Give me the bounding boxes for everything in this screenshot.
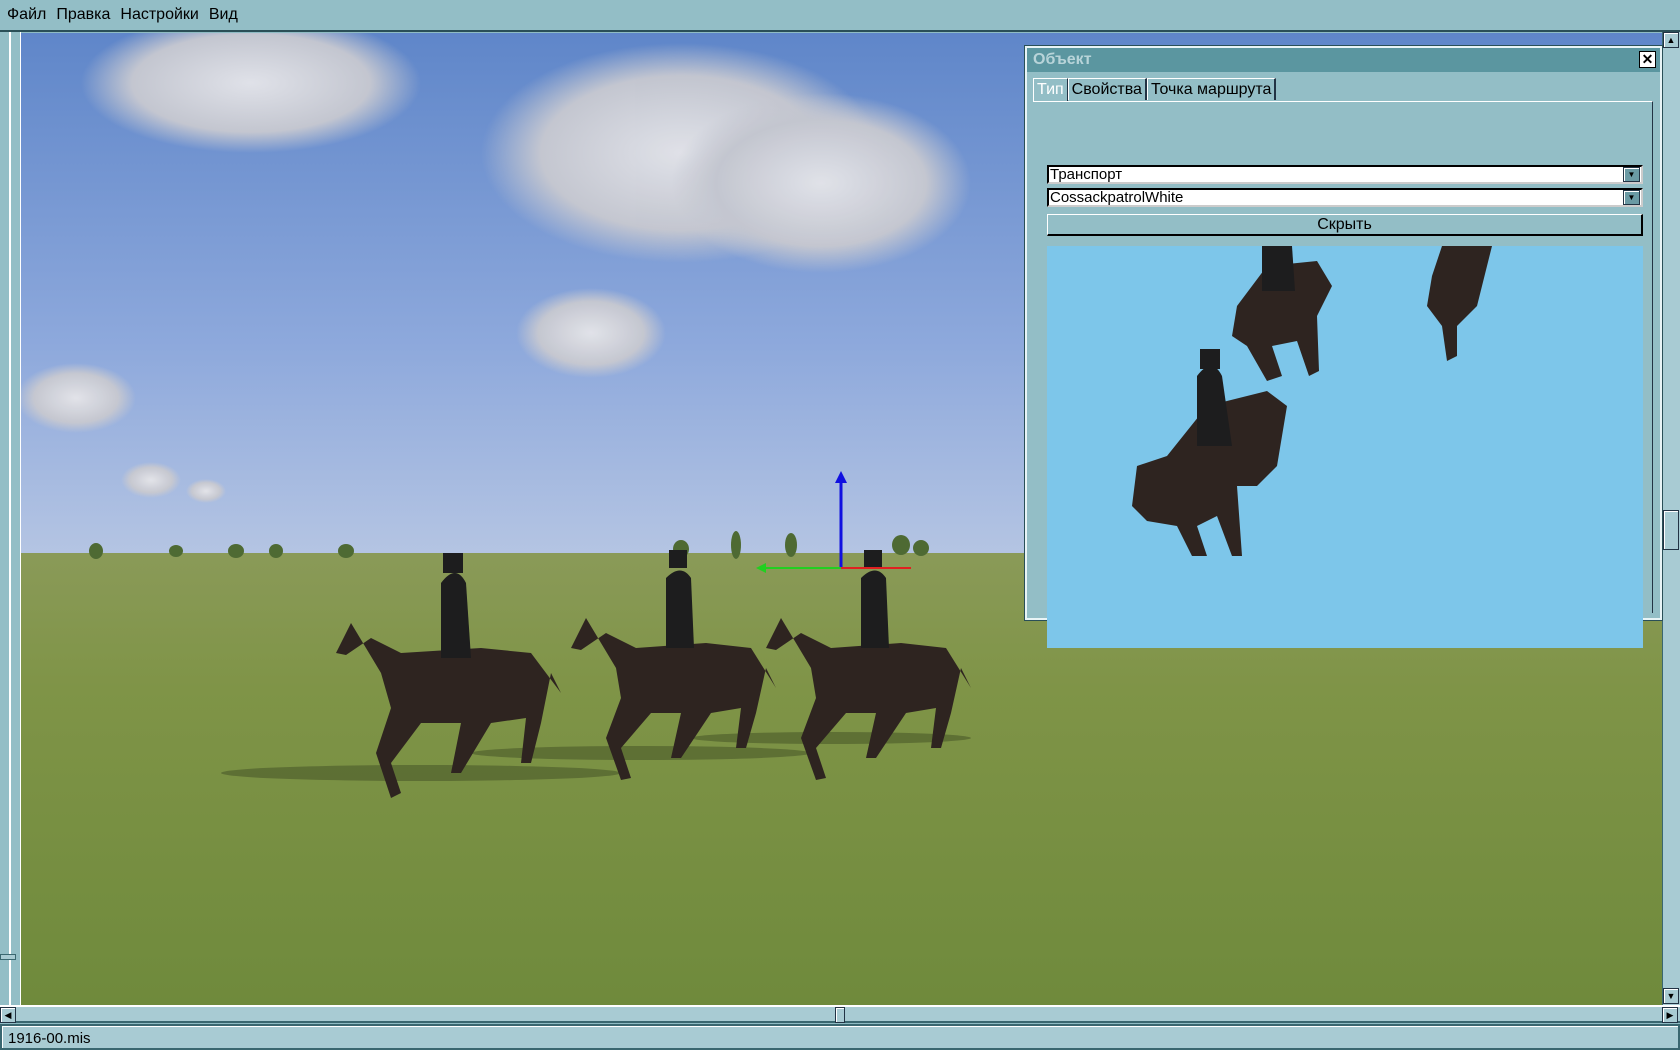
preview-model xyxy=(1132,246,1492,556)
category-select[interactable]: Транспорт ▼ xyxy=(1047,165,1643,184)
tab-waypoint[interactable]: Точка маршрута xyxy=(1146,78,1277,100)
scroll-left-button[interactable]: ◀ xyxy=(0,1007,16,1023)
dialog-title-bar[interactable]: Объект ✕ xyxy=(1027,48,1660,72)
chevron-down-icon[interactable]: ▼ xyxy=(1623,167,1640,182)
dialog-title: Объект xyxy=(1033,51,1092,68)
status-bar: 1916-00.mis xyxy=(0,1024,1680,1050)
menu-bar: Файл Правка Настройки Вид xyxy=(0,0,1680,32)
scroll-up-button[interactable]: ▲ xyxy=(1663,32,1679,48)
close-icon[interactable]: ✕ xyxy=(1639,51,1656,68)
tab-properties[interactable]: Свойства xyxy=(1067,78,1147,100)
category-value: Транспорт xyxy=(1050,166,1123,183)
dialog-tabs: Тип Свойства Точка маршрута xyxy=(1033,78,1277,102)
slider-track xyxy=(9,32,11,1006)
menu-settings[interactable]: Настройки xyxy=(119,6,199,24)
tab-type[interactable]: Тип xyxy=(1033,78,1068,102)
chevron-down-icon[interactable]: ▼ xyxy=(1623,190,1640,205)
scroll-down-button[interactable]: ▼ xyxy=(1663,988,1679,1004)
object-dialog: Объект ✕ Тип Свойства Точка маршрута Тра… xyxy=(1024,45,1663,648)
object-value: CossackpatrolWhite xyxy=(1050,189,1184,206)
status-filename: 1916-00.mis xyxy=(8,1030,91,1047)
menu-edit[interactable]: Правка xyxy=(55,6,111,24)
vertical-scrollbar[interactable]: ▲ ▼ xyxy=(1662,32,1680,1006)
left-slider[interactable] xyxy=(0,32,21,1006)
hide-button[interactable]: Скрыть xyxy=(1047,214,1643,236)
slider-thumb[interactable] xyxy=(0,954,16,960)
object-preview[interactable] xyxy=(1047,246,1643,648)
menu-view[interactable]: Вид xyxy=(208,6,239,24)
horizontal-scroll-thumb[interactable] xyxy=(835,1007,845,1023)
object-select[interactable]: CossackpatrolWhite ▼ xyxy=(1047,188,1643,207)
tab-panel: Транспорт ▼ CossackpatrolWhite ▼ Скрыть xyxy=(1033,101,1653,648)
horizontal-scrollbar[interactable]: ◀ ▶ xyxy=(0,1005,1680,1023)
vertical-scroll-thumb[interactable] xyxy=(1663,510,1679,550)
menu-file[interactable]: Файл xyxy=(6,6,47,24)
scroll-right-button[interactable]: ▶ xyxy=(1662,1007,1678,1023)
